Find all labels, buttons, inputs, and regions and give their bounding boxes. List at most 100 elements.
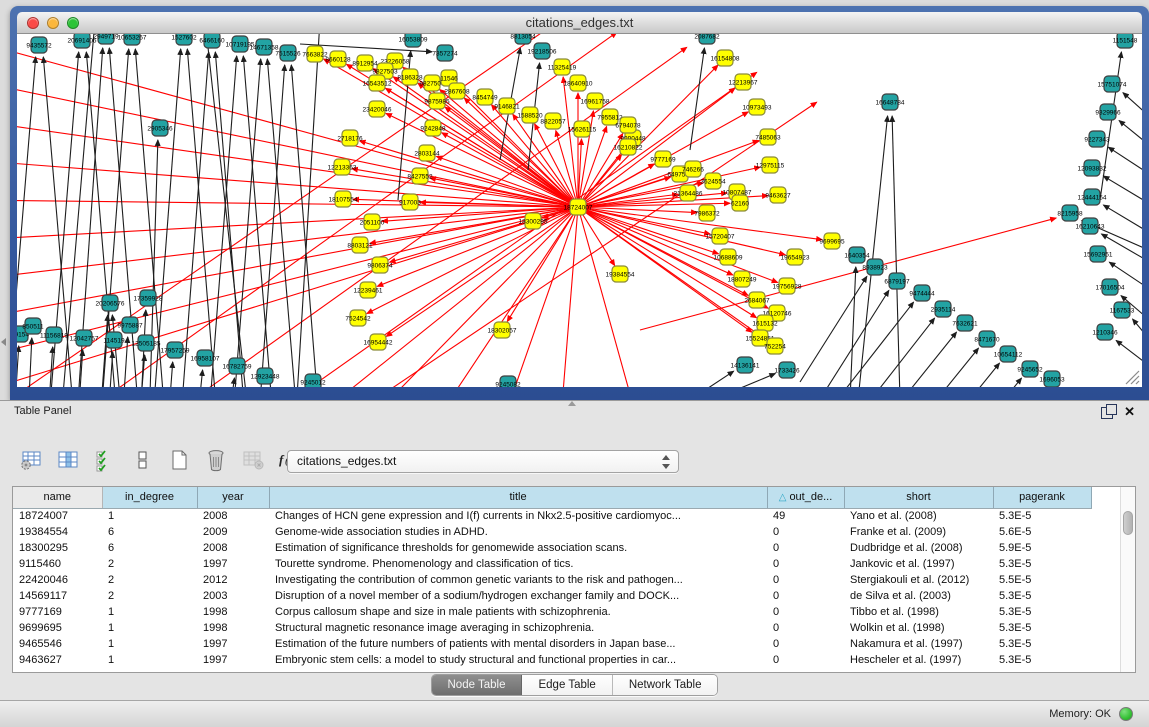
graph-node[interactable]: 6466160 (199, 34, 225, 48)
graph-node[interactable]: 7632621 (952, 315, 978, 331)
graph-node[interactable]: 10653267 (118, 34, 147, 45)
graph-node[interactable]: 2935114 (931, 301, 956, 317)
graph-node[interactable]: 2051100 (360, 214, 385, 230)
graph-node[interactable]: 12213363 (328, 159, 357, 175)
close-window-button[interactable] (27, 17, 39, 29)
close-panel-icon[interactable]: ✕ (1124, 404, 1135, 420)
graph-node[interactable]: 10654112 (994, 346, 1023, 362)
table-row[interactable]: 1456911722003Disruption of a novel membe… (13, 588, 1091, 604)
graph-node[interactable]: 9329966 (1095, 104, 1121, 120)
graph-node[interactable]: 18302057 (488, 322, 517, 338)
graph-node[interactable]: 746266 (682, 161, 704, 177)
graph-node[interactable]: 8803121 (347, 237, 373, 253)
graph-node[interactable]: 11156819 (40, 327, 68, 343)
table-row[interactable]: 1872400712008Changes of HCN gene express… (13, 508, 1091, 524)
table-mode-icon[interactable] (18, 447, 44, 473)
vertical-scrollbar[interactable] (1120, 487, 1135, 673)
graph-node[interactable]: 16961758 (581, 93, 610, 109)
graph-node[interactable]: 917003 (399, 194, 421, 210)
table-row[interactable]: 911546021997Tourette syndrome. Phenomeno… (13, 556, 1091, 572)
graph-node[interactable]: 20206576 (96, 295, 125, 311)
tab-network-table[interactable]: Network Table (613, 675, 718, 695)
table-row[interactable]: 2242004622012Investigating the contribut… (13, 572, 1091, 588)
graph-node[interactable]: 2684067 (744, 292, 770, 308)
column-header-title[interactable]: title (269, 487, 767, 508)
graph-node[interactable]: 17359928 (134, 290, 163, 306)
column-header-short[interactable]: short (844, 487, 993, 508)
row-height-icon[interactable] (129, 447, 155, 473)
minimize-window-button[interactable] (47, 17, 59, 29)
graph-node[interactable]: 11325419 (548, 59, 577, 75)
graph-node[interactable]: 16648784 (876, 94, 905, 110)
table-selector-dropdown[interactable]: citations_edges.txt (287, 450, 679, 473)
collapse-left-panel-arrow-icon[interactable] (1, 338, 6, 346)
graph-node[interactable]: 9245082 (495, 376, 521, 387)
resize-grip-icon[interactable] (1126, 371, 1139, 384)
graph-node[interactable]: 16958107 (191, 350, 220, 366)
graph-node[interactable]: 752254 (764, 338, 786, 354)
graph-node[interactable]: 1588520 (517, 107, 543, 123)
table-row[interactable]: 977716911998Corpus callosum shape and si… (13, 604, 1091, 620)
graph-node[interactable]: 9146821 (494, 98, 520, 114)
graph-node[interactable]: 9975887 (117, 317, 143, 333)
graph-node[interactable]: 2949719 (93, 34, 119, 44)
new-column-icon[interactable] (166, 447, 192, 473)
column-header-in_degree[interactable]: in_degree (102, 487, 197, 508)
graph-node[interactable]: 7524542 (345, 310, 371, 326)
graph-node[interactable]: 12444154 (1078, 189, 1107, 205)
graph-node[interactable]: 9245012 (300, 374, 326, 387)
graph-node[interactable]: 12213967 (729, 74, 758, 90)
graph-node[interactable]: 19218506 (528, 43, 557, 59)
table-row[interactable]: 946362711997Embryonic stem cells: a mode… (13, 652, 1091, 668)
column-checklist-icon[interactable] (92, 447, 118, 473)
graph-node[interactable]: 8822057 (540, 113, 566, 129)
show-columns-icon[interactable] (55, 447, 81, 473)
graph-node[interactable]: 8215958 (1057, 205, 1083, 221)
graph-node[interactable]: 8471670 (974, 331, 1000, 347)
float-panel-icon[interactable] (1101, 407, 1113, 419)
memory-status-indicator[interactable] (1119, 707, 1133, 721)
graph-node[interactable]: 2718176 (337, 130, 363, 146)
graph-node[interactable]: 17016504 (1096, 279, 1125, 295)
graph-node[interactable]: 15692951 (1084, 246, 1113, 262)
column-header-out_degree[interactable]: △out_de... (767, 487, 844, 508)
graph-node[interactable]: 16154808 (711, 50, 740, 66)
network-graph-svg[interactable]: 1872400776638228660128891295423226058982… (17, 34, 1142, 387)
graph-node[interactable]: 12093832 (1078, 160, 1107, 176)
network-window-titlebar[interactable]: citations_edges.txt (17, 12, 1142, 34)
graph-node[interactable]: 7986372 (694, 205, 720, 221)
graph-node[interactable]: 1696053 (1039, 371, 1065, 387)
graph-node[interactable]: 19384554 (606, 266, 635, 282)
column-header-pagerank[interactable]: pagerank (993, 487, 1091, 508)
graph-node[interactable]: 9227343 (1084, 131, 1110, 147)
graph-node[interactable]: 16053809 (399, 34, 428, 47)
table-row[interactable]: 1830029562008Estimation of significance … (13, 540, 1091, 556)
graph-node[interactable]: 12923448 (251, 368, 280, 384)
graph-node[interactable]: 12975115 (756, 157, 785, 173)
graph-node[interactable]: 62160 (731, 195, 749, 211)
delete-column-icon[interactable] (203, 447, 229, 473)
graph-node[interactable]: 8938923 (862, 259, 888, 275)
graph-node[interactable]: 9463627 (765, 187, 791, 203)
graph-node[interactable]: 1527602 (171, 34, 197, 45)
graph-node[interactable]: 1733426 (774, 362, 800, 378)
column-header-name[interactable]: name (13, 487, 102, 508)
graph-node[interactable]: 7515526 (275, 45, 301, 61)
graph-node[interactable]: 1210346 (1092, 324, 1118, 340)
graph-node[interactable]: 1151548 (1113, 34, 1138, 48)
zoom-window-button[interactable] (67, 17, 79, 29)
graph-node[interactable]: 12042757 (70, 330, 99, 346)
tab-edge-table[interactable]: Edge Table (522, 675, 612, 695)
graph-node[interactable]: 7357274 (432, 45, 458, 61)
graph-node[interactable]: 6879197 (884, 273, 910, 289)
graph-node[interactable]: 15626115 (568, 121, 597, 137)
graph-node[interactable]: 12239461 (354, 282, 383, 298)
graph-node[interactable]: 15751074 (1098, 76, 1127, 92)
graph-node[interactable]: 18640910 (564, 75, 593, 91)
graph-node[interactable]: 9435572 (26, 37, 52, 53)
graph-node[interactable]: 19654923 (781, 249, 810, 265)
graph-node[interactable]: 10688609 (714, 249, 743, 265)
split-pane-grip-icon[interactable] (568, 401, 576, 406)
table-row[interactable]: 969969511998Structural magnetic resonanc… (13, 620, 1091, 636)
table-row[interactable]: 946554611997Estimation of the future num… (13, 636, 1091, 652)
